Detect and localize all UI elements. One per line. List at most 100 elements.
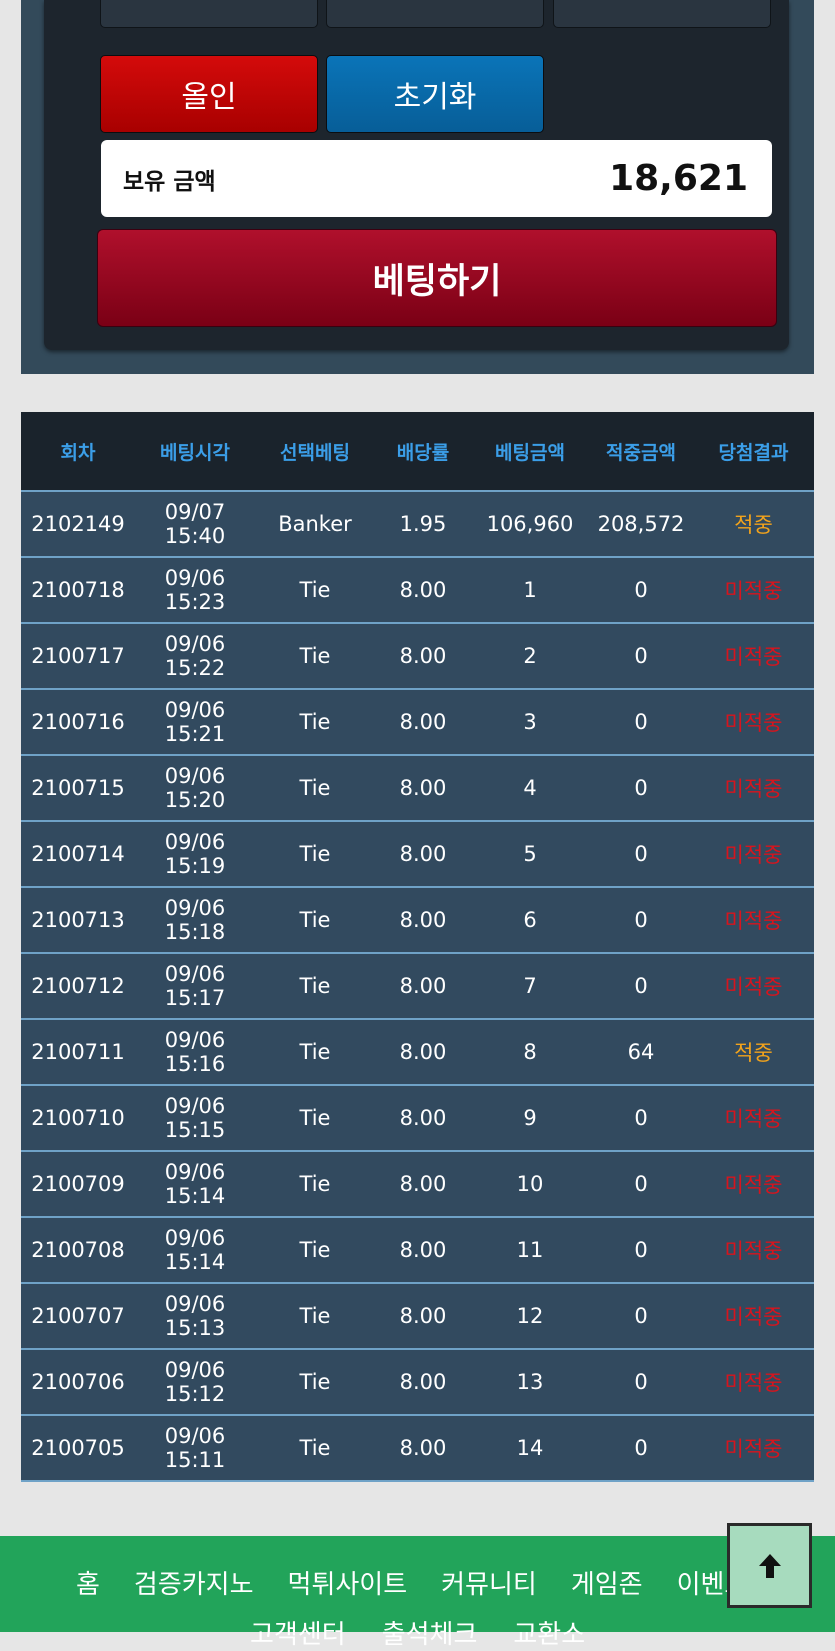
cell-round: 2100714 xyxy=(21,820,135,887)
cell-bet: 11 xyxy=(471,1216,589,1283)
cell-round: 2100709 xyxy=(21,1150,135,1217)
cell-pick: Tie xyxy=(255,1414,375,1482)
footer-link-support[interactable]: 고객센터 xyxy=(250,1614,346,1651)
cell-pick: Tie xyxy=(255,1084,375,1151)
cell-payout: 64 xyxy=(589,1018,693,1085)
cell-bet: 9 xyxy=(471,1084,589,1151)
cell-payout: 0 xyxy=(589,688,693,755)
footer-link-community[interactable]: 커뮤니티 xyxy=(441,1564,537,1601)
allin-button[interactable]: 올인 xyxy=(100,55,318,133)
footer-link-scam-sites[interactable]: 먹튀사이트 xyxy=(288,1564,408,1601)
cell-result: 미적중 xyxy=(693,820,814,887)
cell-payout: 0 xyxy=(589,820,693,887)
cell-odds: 8.00 xyxy=(375,1216,471,1283)
table-row: 2100708 09/06 15:14 Tie 8.00 11 0 미적중 xyxy=(21,1216,814,1283)
cell-round: 2100716 xyxy=(21,688,135,755)
cell-result: 미적중 xyxy=(693,556,814,623)
cell-pick: Tie xyxy=(255,952,375,1019)
footer-menu-row2: 고객센터 출석체크 교환소 xyxy=(250,1614,621,1651)
place-bet-button[interactable]: 베팅하기 xyxy=(97,229,777,327)
cell-time: 09/06 15:16 xyxy=(135,1018,255,1085)
cell-odds: 8.00 xyxy=(375,820,471,887)
footer-link-game-zone[interactable]: 게임존 xyxy=(571,1564,643,1601)
cell-result: 미적중 xyxy=(693,688,814,755)
header-odds: 배당률 xyxy=(375,412,471,491)
cell-round: 2100705 xyxy=(21,1414,135,1482)
cell-payout: 0 xyxy=(589,952,693,1019)
cell-odds: 8.00 xyxy=(375,1348,471,1415)
scroll-to-top-button[interactable] xyxy=(727,1523,812,1608)
cell-time: 09/06 15:14 xyxy=(135,1216,255,1283)
cell-bet: 4 xyxy=(471,754,589,821)
cell-round: 2102149 xyxy=(21,490,135,557)
cell-round: 2100712 xyxy=(21,952,135,1019)
cell-time: 09/06 15:12 xyxy=(135,1348,255,1415)
cell-pick: Tie xyxy=(255,820,375,887)
cell-time: 09/06 15:22 xyxy=(135,622,255,689)
betting-panel-inner: 올인 초기화 보유 금액 18,621 베팅하기 xyxy=(44,0,789,350)
table-row: 2100709 09/06 15:14 Tie 8.00 10 0 미적중 xyxy=(21,1150,814,1217)
cell-round: 2100711 xyxy=(21,1018,135,1085)
cell-result: 적중 xyxy=(693,1018,814,1085)
cell-time: 09/06 15:15 xyxy=(135,1084,255,1151)
cell-pick: Tie xyxy=(255,556,375,623)
table-row: 2100717 09/06 15:22 Tie 8.00 2 0 미적중 xyxy=(21,622,814,689)
cell-odds: 8.00 xyxy=(375,1282,471,1349)
footer-link-attendance[interactable]: 출석체크 xyxy=(382,1614,478,1651)
cell-pick: Tie xyxy=(255,886,375,953)
cell-time: 09/06 15:11 xyxy=(135,1414,255,1482)
table-row: 2100716 09/06 15:21 Tie 8.00 3 0 미적중 xyxy=(21,688,814,755)
cell-pick: Banker xyxy=(255,490,375,557)
table-row: 2100714 09/06 15:19 Tie 8.00 5 0 미적중 xyxy=(21,820,814,887)
arrow-up-icon xyxy=(758,1553,781,1578)
cell-round: 2100710 xyxy=(21,1084,135,1151)
cell-odds: 8.00 xyxy=(375,886,471,953)
table-row: 2102149 09/07 15:40 Banker 1.95 106,960 … xyxy=(21,490,814,557)
cell-pick: Tie xyxy=(255,1150,375,1217)
cell-odds: 8.00 xyxy=(375,952,471,1019)
bet-history-table: 회차 베팅시각 선택베팅 배당률 베팅금액 적중금액 당첨결과 2102149 … xyxy=(21,412,814,1482)
cell-pick: Tie xyxy=(255,622,375,689)
footer-link-home[interactable]: 홈 xyxy=(76,1564,100,1601)
cell-time: 09/06 15:18 xyxy=(135,886,255,953)
cell-round: 2100718 xyxy=(21,556,135,623)
cell-bet: 6 xyxy=(471,886,589,953)
balance-display: 보유 금액 18,621 xyxy=(101,140,772,217)
cell-time: 09/06 15:23 xyxy=(135,556,255,623)
cell-round: 2100707 xyxy=(21,1282,135,1349)
cell-result: 미적중 xyxy=(693,622,814,689)
cell-time: 09/06 15:21 xyxy=(135,688,255,755)
cell-pick: Tie xyxy=(255,754,375,821)
table-row: 2100706 09/06 15:12 Tie 8.00 13 0 미적중 xyxy=(21,1348,814,1415)
cell-time: 09/07 15:40 xyxy=(135,490,255,557)
chip-button-1[interactable] xyxy=(100,0,318,28)
footer-menu: 홈 검증카지노 먹튀사이트 커뮤니티 게임존 이벤트 xyxy=(76,1564,782,1601)
footer-link-verified-casino[interactable]: 검증카지노 xyxy=(134,1564,254,1601)
cell-payout: 208,572 xyxy=(589,490,693,557)
chip-button-2[interactable] xyxy=(326,0,544,28)
cell-payout: 0 xyxy=(589,886,693,953)
cell-odds: 8.00 xyxy=(375,1084,471,1151)
cell-result: 미적중 xyxy=(693,1216,814,1283)
cell-payout: 0 xyxy=(589,754,693,821)
footer-link-exchange[interactable]: 교환소 xyxy=(513,1614,585,1651)
cell-result: 미적중 xyxy=(693,1282,814,1349)
cell-odds: 8.00 xyxy=(375,622,471,689)
chip-button-3[interactable] xyxy=(553,0,771,28)
balance-label: 보유 금액 xyxy=(123,168,216,195)
table-row: 2100715 09/06 15:20 Tie 8.00 4 0 미적중 xyxy=(21,754,814,821)
cell-pick: Tie xyxy=(255,1282,375,1349)
cell-payout: 0 xyxy=(589,1282,693,1349)
cell-odds: 8.00 xyxy=(375,754,471,821)
cell-time: 09/06 15:19 xyxy=(135,820,255,887)
cell-result: 미적중 xyxy=(693,754,814,821)
header-payout: 적중금액 xyxy=(589,412,693,491)
header-bet-amount: 베팅금액 xyxy=(471,412,589,491)
reset-button[interactable]: 초기화 xyxy=(326,55,544,133)
cell-bet: 14 xyxy=(471,1414,589,1482)
header-bet-time: 베팅시각 xyxy=(135,412,255,491)
cell-result: 적중 xyxy=(693,490,814,557)
cell-result: 미적중 xyxy=(693,1414,814,1482)
cell-time: 09/06 15:14 xyxy=(135,1150,255,1217)
cell-bet: 5 xyxy=(471,820,589,887)
